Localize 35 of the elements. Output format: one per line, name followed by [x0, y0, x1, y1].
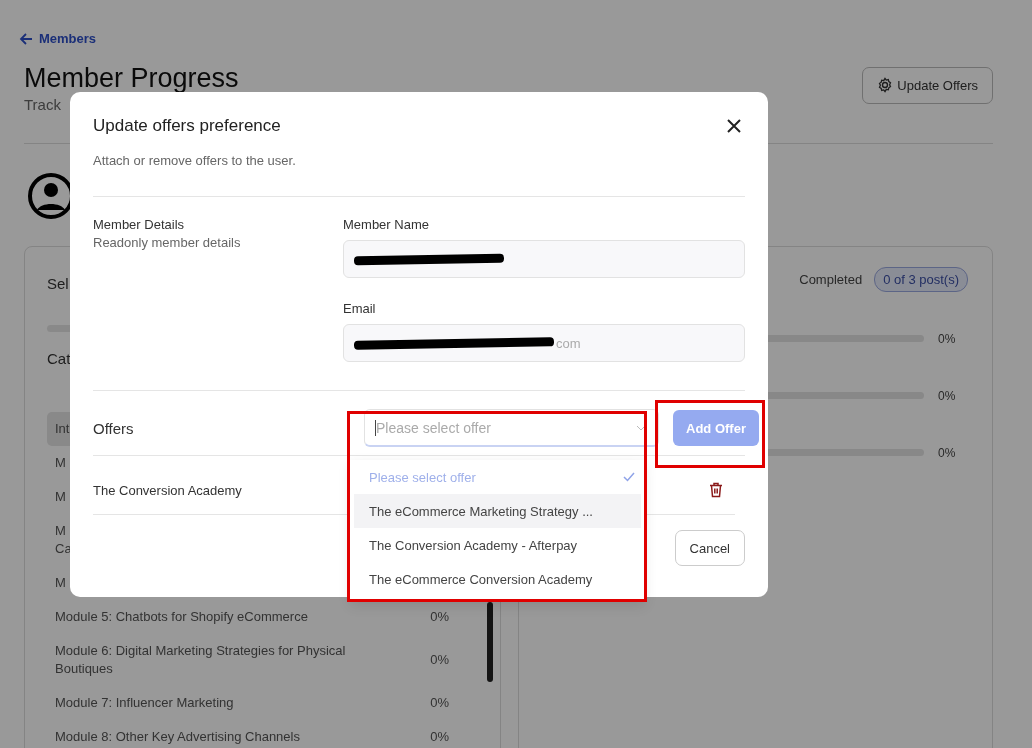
dropdown-option[interactable]: The Conversion Academy - Afterpay — [354, 528, 641, 562]
field-label: Email — [343, 301, 377, 316]
module-item[interactable]: Module 8: Other Key Advertising Channels 0% — [47, 719, 457, 748]
section-hint: Readonly member details — [93, 235, 242, 250]
offer-select[interactable]: Please select offer — [364, 409, 659, 447]
input-field[interactable] — [343, 240, 745, 278]
dialog-subtitle: Attach or remove offers to the user. — [93, 153, 297, 168]
section-heading: Cat — [47, 349, 72, 367]
close-icon[interactable] — [727, 119, 741, 133]
post-count-badge: 0 of 3 post(s) — [874, 266, 968, 292]
module-item[interactable]: Module 6: Digital Marketing Strategies for Physical Boutiques 0% — [47, 633, 457, 686]
module-item[interactable]: Module 7: Influencer Marketing 0% — [47, 685, 457, 720]
chevron-down-icon — [636, 424, 646, 431]
section-title: Member Details — [93, 217, 186, 232]
back-link[interactable]: Members — [19, 31, 97, 46]
dropdown-option[interactable]: The eCommerce Marketing Strategy ... — [354, 494, 641, 528]
progress-reading: 0% — [938, 445, 957, 460]
dialog-title: Update offers preference — [93, 116, 281, 136]
field-label: Member Name — [343, 217, 430, 232]
page-subtitle: Track — [24, 95, 62, 113]
dropdown-option[interactable]: The eCommerce Conversion Academy — [354, 562, 641, 596]
update-offers-button[interactable]: Update Offers — [862, 66, 993, 104]
status-label: Completed — [799, 271, 863, 287]
offers-label: Offers — [93, 419, 135, 437]
trash-icon[interactable] — [709, 482, 723, 498]
settings-icon — [877, 77, 894, 93]
check-icon — [623, 472, 635, 482]
progress-reading: 0% — [938, 331, 957, 346]
page-title: Member Progress — [24, 62, 239, 94]
cancel-button[interactable]: Cancel — [674, 530, 745, 566]
offer-name: The Conversion Academy — [93, 482, 242, 498]
module-item[interactable]: Module 5: Chatbots for Shopify eCommerce 0% — [47, 599, 457, 634]
back-arrow-icon — [19, 31, 33, 46]
progress-reading: 0% — [938, 388, 957, 403]
card-heading: Sel — [47, 274, 70, 292]
